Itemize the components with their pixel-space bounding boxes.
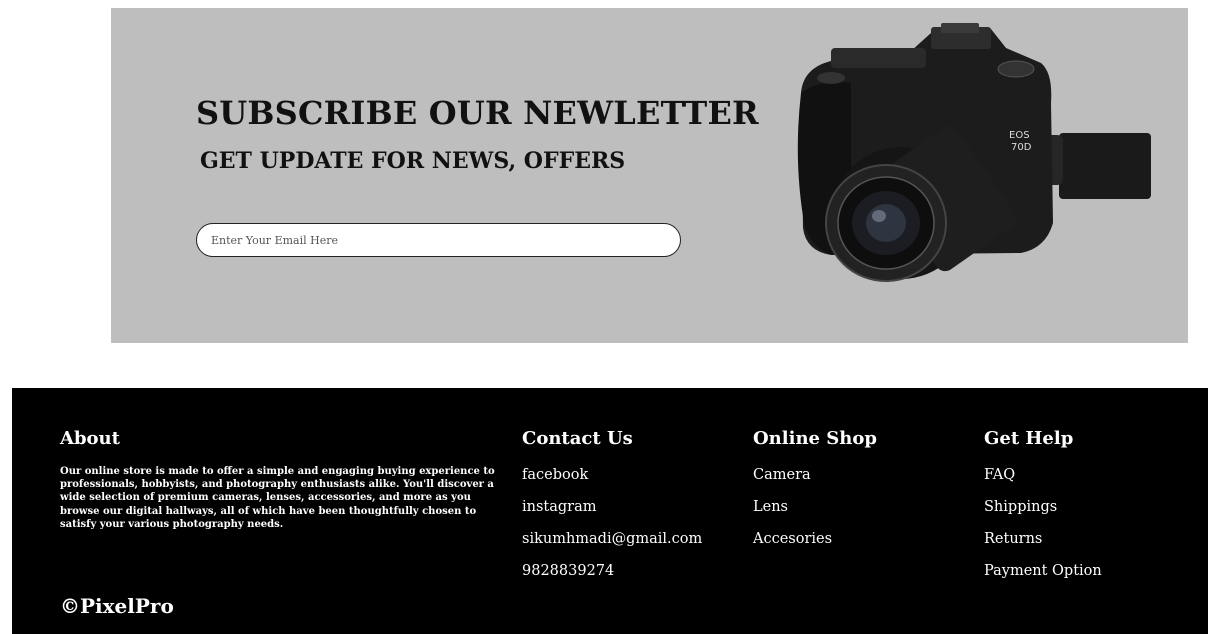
contact-instagram-link[interactable]: instagram xyxy=(522,491,702,523)
contact-phone-link[interactable]: 9828839274 xyxy=(522,555,702,587)
shop-heading: Online Shop xyxy=(753,428,877,449)
site-footer: About Our online store is made to offer … xyxy=(12,388,1208,634)
shop-camera-link[interactable]: Camera xyxy=(753,459,877,491)
shop-lens-link[interactable]: Lens xyxy=(753,491,877,523)
svg-text:EOS: EOS xyxy=(1009,130,1030,141)
newsletter-subtitle: GET UPDATE FOR NEWS, OFFERS xyxy=(200,148,626,174)
newsletter-section: SUBSCRIBE OUR NEWLETTER GET UPDATE FOR N… xyxy=(111,8,1188,343)
shop-accessories-link[interactable]: Accesories xyxy=(753,523,877,555)
email-input[interactable] xyxy=(196,223,681,257)
contact-email-link[interactable]: sikumhmadi@gmail.com xyxy=(522,523,702,555)
footer-shop: Online Shop Camera Lens Accesories xyxy=(753,428,877,555)
footer-about: About Our online store is made to offer … xyxy=(60,428,500,531)
svg-text:70D: 70D xyxy=(1011,142,1032,153)
help-payment-option-link[interactable]: Payment Option xyxy=(984,555,1102,587)
footer-help: Get Help FAQ Shippings Returns Payment O… xyxy=(984,428,1102,587)
help-faq-link[interactable]: FAQ xyxy=(984,459,1102,491)
footer-contact: Contact Us facebook instagram sikumhmadi… xyxy=(522,428,702,587)
contact-facebook-link[interactable]: facebook xyxy=(522,459,702,491)
newsletter-title: SUBSCRIBE OUR NEWLETTER xyxy=(196,94,759,132)
about-heading: About xyxy=(60,428,120,449)
help-returns-link[interactable]: Returns xyxy=(984,523,1102,555)
help-heading: Get Help xyxy=(984,428,1074,449)
camera-image: EOS 70D xyxy=(797,23,1151,282)
brand-copyright: ©PixelPro xyxy=(60,594,174,618)
about-text: Our online store is made to offer a simp… xyxy=(60,466,495,530)
contact-heading: Contact Us xyxy=(522,428,633,449)
help-shippings-link[interactable]: Shippings xyxy=(984,491,1102,523)
camera-flip-screen xyxy=(1059,133,1151,199)
